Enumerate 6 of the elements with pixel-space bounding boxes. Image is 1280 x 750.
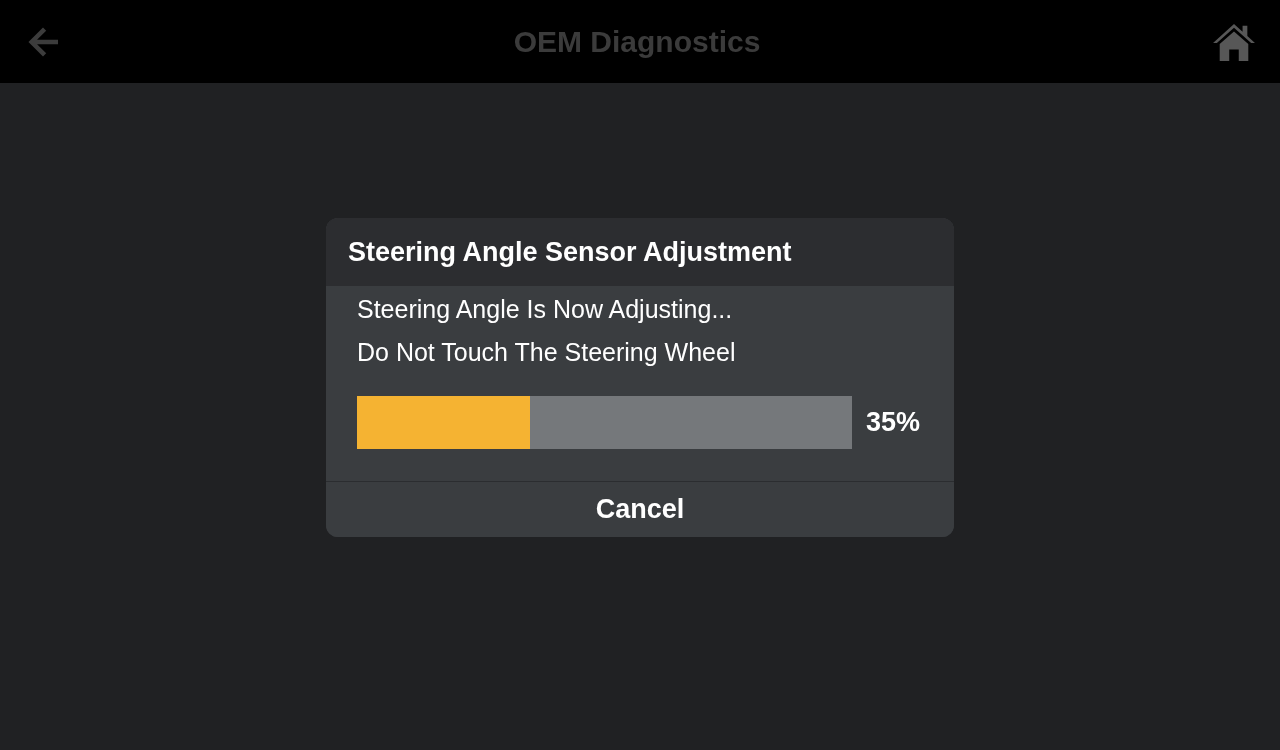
home-icon — [1211, 21, 1257, 62]
dialog-message: Steering Angle Is Now Adjusting... — [357, 294, 734, 325]
dialog-title: Steering Angle Sensor Adjustment — [348, 235, 792, 269]
screen-title: OEM Diagnostics — [513, 24, 761, 60]
progress-percent: 35% — [866, 406, 921, 440]
dialog-message: Do Not Touch The Steering Wheel — [357, 337, 737, 368]
